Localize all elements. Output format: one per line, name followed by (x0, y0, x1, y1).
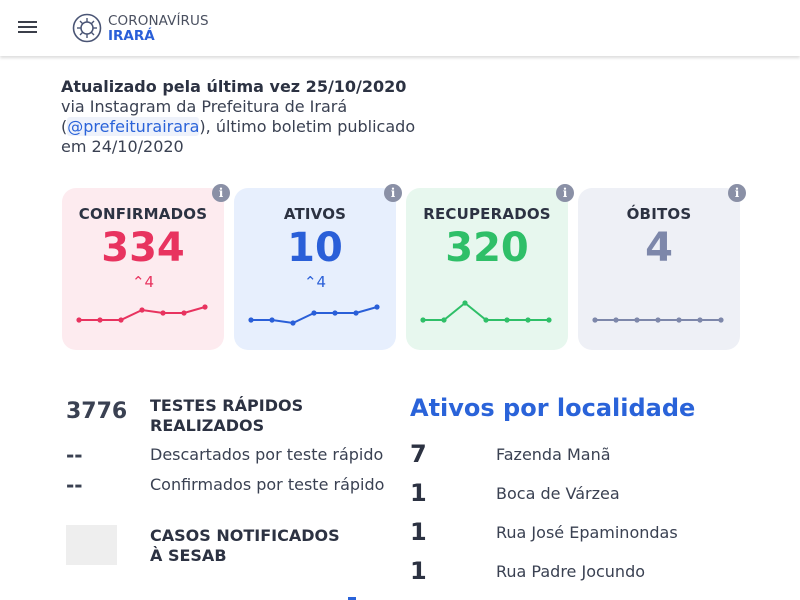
sparkline-point (332, 310, 338, 316)
sparkline-point (97, 317, 103, 323)
info-icon[interactable]: i (556, 184, 574, 202)
sparkline-point (613, 317, 619, 323)
sparkline-point (202, 304, 208, 310)
sparkline-point (290, 320, 296, 326)
card-value: 4 (645, 225, 673, 271)
sparkline-chart (592, 317, 724, 323)
sparkline-point (139, 307, 145, 313)
sparkline-chart (248, 304, 380, 326)
sparkline-point (718, 317, 724, 323)
sparkline-point (76, 317, 82, 323)
localidade-count: 1 (410, 518, 427, 546)
sparkline-point (269, 317, 275, 323)
card-value: 320 (445, 225, 529, 271)
card-obitos: i ÓBITOS 4 (578, 184, 746, 350)
card-ativos: i ATIVOS 10 ⌃4 (234, 184, 402, 350)
info-icon[interactable]: i (384, 184, 402, 202)
card-recuperados: i RECUPERADOS 320 (406, 184, 574, 350)
sparkline-point (655, 317, 661, 323)
sparkline-point (374, 304, 380, 310)
localidade-name: Rua Padre Jocundo (496, 562, 646, 581)
sparkline-point (311, 310, 317, 316)
localidade-name: Fazenda Manã (496, 445, 611, 464)
info-icon[interactable]: i (212, 184, 230, 202)
card-confirmados: i CONFIRMADOS 334 ⌃4 (62, 184, 230, 350)
card-delta-value: 4 (144, 273, 155, 291)
sparkline-point (118, 317, 124, 323)
card-label: RECUPERADOS (423, 205, 551, 223)
notified-cases-placeholder (66, 525, 117, 565)
card-value: 334 (101, 225, 185, 271)
card-delta: ⌃4 (234, 272, 396, 292)
card-label: ÓBITOS (626, 205, 692, 223)
localidade-name: Boca de Várzea (496, 484, 620, 503)
update-title: Atualizado pela última vez 25/10/2020 (61, 77, 407, 96)
sparkline-point (248, 317, 254, 323)
localidade-count: 1 (410, 479, 427, 507)
hamburger-menu-icon[interactable] (18, 19, 38, 35)
rapid-tests-count: 3776 (66, 399, 128, 424)
virus-logo-icon[interactable] (72, 13, 102, 43)
top-app-bar: CORONAVÍRUS IRARÁ (0, 0, 800, 56)
card-value: 10 (287, 225, 343, 271)
chevron-up-icon: ⌃ (303, 273, 317, 291)
logo-title[interactable]: CORONAVÍRUS (108, 13, 209, 29)
sparkline-point (483, 317, 489, 323)
sparkline-chart (76, 304, 208, 323)
confirmed-value: -- (66, 473, 83, 497)
sparkline-point (160, 310, 166, 316)
sparkline-point (525, 317, 531, 323)
sparkline-point (181, 310, 187, 316)
notified-cases-label: CASOS NOTIFICADOS À SESAB (150, 526, 340, 565)
sparkline-point (592, 317, 598, 323)
sparkline-point (353, 310, 359, 316)
card-label: ATIVOS (283, 205, 347, 223)
logo-city[interactable]: IRARÁ (108, 28, 155, 44)
sparkline-point (441, 317, 447, 323)
confirmed-label: Confirmados por teste rápido (150, 475, 385, 494)
sparkline-point (634, 317, 640, 323)
card-label: CONFIRMADOS (78, 205, 208, 223)
localidades-title: Ativos por localidade (410, 394, 696, 422)
card-delta-value: 4 (316, 273, 327, 291)
localidade-count: 1 (410, 557, 427, 585)
discarded-value: -- (66, 443, 83, 467)
update-info: Atualizado pela última vez 25/10/2020 vi… (61, 77, 421, 157)
discarded-label: Descartados por teste rápido (150, 445, 384, 464)
sparkline-point (462, 300, 468, 306)
instagram-handle-link[interactable]: @prefeiturairara (67, 117, 200, 136)
sparkline-point (697, 317, 703, 323)
sparkline-point (546, 317, 552, 323)
localidade-count: 7 (410, 440, 427, 468)
card-delta: ⌃4 (62, 272, 224, 292)
sparkline-point (504, 317, 510, 323)
localidade-name: Rua José Epaminondas (496, 523, 678, 542)
chevron-up-icon: ⌃ (131, 273, 145, 291)
sparkline-chart (420, 300, 552, 323)
sparkline-point (420, 317, 426, 323)
info-icon[interactable]: i (728, 184, 746, 202)
sparkline-point (676, 317, 682, 323)
rapid-tests-label: TESTES RÁPIDOS REALIZADOS (150, 396, 304, 435)
